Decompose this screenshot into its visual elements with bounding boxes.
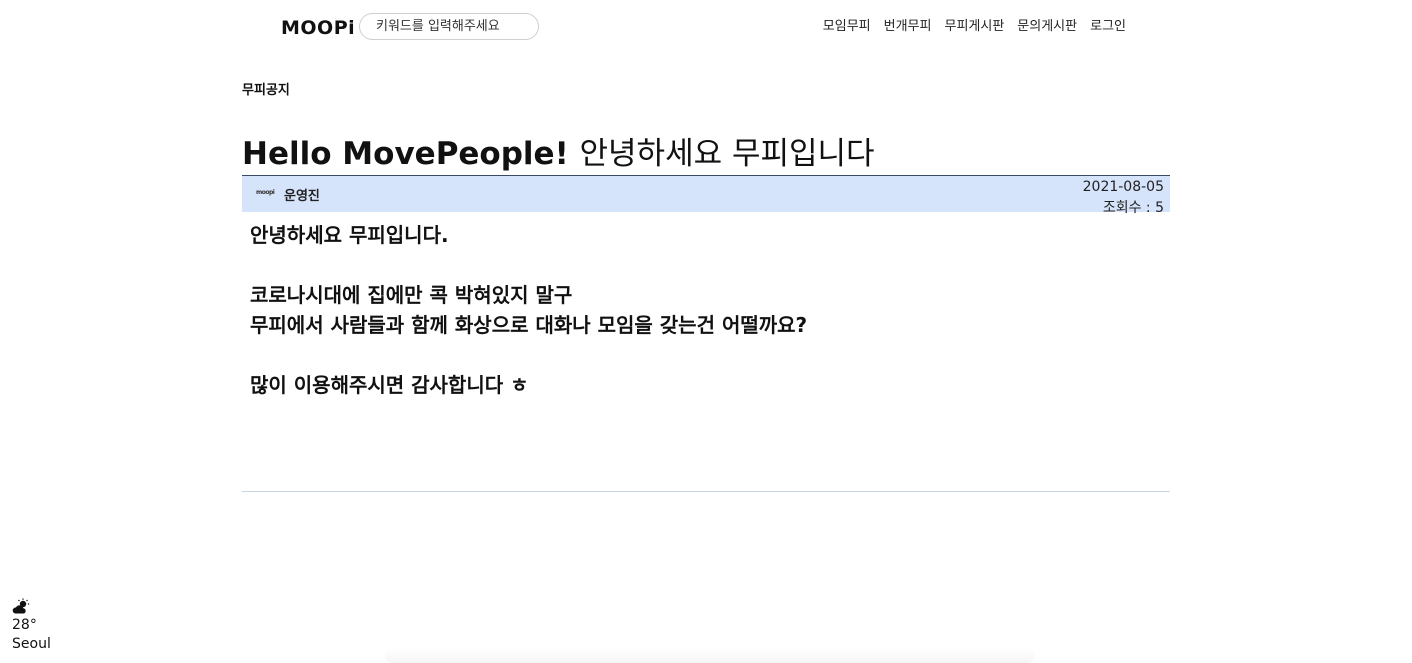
main-nav: 모임무피 번개무피 무피게시판 문의게시판 로그인 [810,18,1126,36]
avatar: moopi [256,189,275,196]
weather-temperature: 28° [12,617,37,633]
post-title-english: Hello MovePeople! [242,136,569,172]
weather-city: Seoul [12,636,51,652]
breadcrumb: 무피공지 [242,83,290,98]
site-header: MOOPi 모임무피 번개무피 무피게시판 문의게시판 로그인 [0,0,1412,56]
post-body-line: 안녕하세요 무피입니다. [250,223,449,247]
nav-link-board[interactable]: 무피게시판 [944,18,1004,36]
nav-link-inquiry[interactable]: 문의게시판 [1017,18,1077,36]
content-divider [242,491,1170,492]
search-input[interactable] [359,13,539,40]
post-body-line [250,340,1150,370]
weather-widget: 28° Seoul [12,598,51,654]
footer-shadow [385,648,1035,663]
post-title-korean: 안녕하세요 무피입니다 [579,136,875,172]
post-body: 안녕하세요 무피입니다. 코로나시대에 집에만 콕 박혀있지 말구 무피에서 사… [250,220,1150,400]
nav-link-flash[interactable]: 번개무피 [884,18,932,36]
post-meta-bar: moopi 운영진 2021-08-05 조회수 : 5 [242,175,1170,216]
nav-link-login[interactable]: 로그인 [1090,18,1126,36]
nav-link-meeting[interactable]: 모임무피 [823,18,871,36]
cloud-sun-icon [12,598,30,614]
site-logo[interactable]: MOOPi [281,14,355,42]
post-author: 운영진 [284,189,320,204]
post-body-line: 무피에서 사람들과 함께 화상으로 대화나 모임을 갖는건 어떨까요? [250,313,808,337]
post-body-line: 코로나시대에 집에만 콕 박혀있지 말구 [250,283,573,307]
post-body-line [250,250,1150,280]
post-title: Hello MovePeople! 안녕하세요 무피입니다 [242,133,875,175]
post-date: 2021-08-05 [1082,179,1164,195]
post-body-line: 많이 이용해주시면 감사합니다 ㅎ [250,373,529,397]
post-view-count: 조회수 : 5 [1102,200,1164,216]
